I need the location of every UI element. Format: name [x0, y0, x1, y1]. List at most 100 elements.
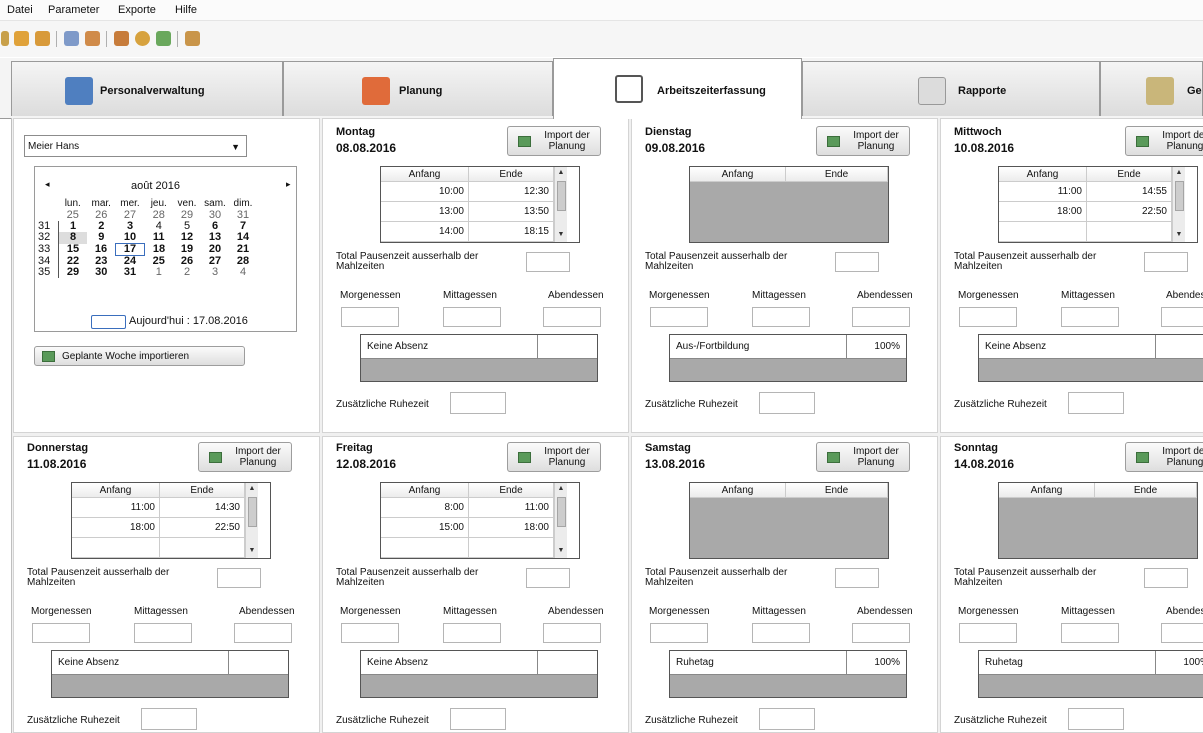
scroll-down-icon[interactable]: ▼ [555, 545, 567, 557]
import-planning-button[interactable]: Import der Planung [198, 442, 292, 472]
list-icon[interactable] [64, 31, 79, 46]
grid-scrollbar[interactable]: ▲ ▼ [554, 483, 567, 558]
pause-input[interactable] [526, 568, 570, 588]
mittagessen-input[interactable] [134, 623, 192, 643]
calendar-day[interactable]: 10 [116, 232, 145, 244]
absence-grid[interactable]: Keine Absenz [360, 334, 598, 382]
scroll-thumb[interactable] [248, 497, 257, 527]
calendar-day[interactable]: 13 [201, 232, 229, 244]
cell-anfang[interactable] [381, 538, 469, 558]
calendar-day[interactable]: 31 [116, 267, 145, 278]
cell-anfang[interactable]: 15:00 [381, 518, 469, 538]
time-grid[interactable]: Anfang Ende 11:00 14:55 18:00 22:50 ▲ ▼ [998, 166, 1198, 243]
cell-anfang[interactable] [72, 538, 160, 558]
absence-row[interactable]: Keine Absenz [52, 651, 288, 675]
absence-grid[interactable]: Ruhetag 100% [978, 650, 1203, 698]
tab-arbeitszeiterfassung[interactable]: Arbeitszeiterfassung [553, 58, 802, 119]
calendar-day[interactable]: 8 [58, 232, 87, 244]
eraser-icon[interactable] [156, 31, 171, 46]
wrench-icon[interactable] [1, 31, 9, 46]
time-grid[interactable]: Anfang Ende [998, 482, 1198, 559]
calendar-day[interactable]: 14 [229, 232, 257, 244]
cell-ende[interactable]: 11:00 [469, 498, 554, 518]
morgenessen-input[interactable] [959, 623, 1017, 643]
calendar-day[interactable]: 11 [145, 232, 174, 244]
absence-row[interactable]: Ruhetag 100% [670, 651, 906, 675]
ruhezeit-input[interactable] [759, 392, 815, 414]
scroll-thumb[interactable] [1175, 181, 1184, 211]
import-planning-button[interactable]: Import der Planung [507, 442, 601, 472]
ruhezeit-input[interactable] [450, 392, 506, 414]
abendessen-input[interactable] [543, 307, 601, 327]
employee-select[interactable]: Meier Hans ▼ [24, 135, 247, 157]
month-calendar[interactable]: ◂ août 2016 ▸ lun. mar. mer. jeu. ven. s… [34, 166, 297, 332]
absence-grid[interactable]: Keine Absenz [978, 334, 1203, 382]
tab-personalverwaltung[interactable]: Personalverwaltung [11, 61, 283, 116]
cell-ende[interactable]: 18:00 [469, 518, 554, 538]
abendessen-input[interactable] [1161, 307, 1203, 327]
abendessen-input[interactable] [543, 623, 601, 643]
user-icon[interactable] [114, 31, 129, 46]
tab-rapporte[interactable]: Rapporte [802, 61, 1100, 116]
cell-ende[interactable]: 22:50 [1087, 202, 1172, 222]
scroll-up-icon[interactable]: ▲ [555, 167, 567, 179]
abendessen-input[interactable] [852, 307, 910, 327]
morgenessen-input[interactable] [341, 307, 399, 327]
absence-grid[interactable]: Keine Absenz [360, 650, 598, 698]
tab-ge[interactable]: Ge [1100, 61, 1203, 116]
chevron-down-icon[interactable]: ▼ [231, 142, 240, 152]
users-icon[interactable] [185, 31, 200, 46]
calendar-day[interactable]: 2 [173, 267, 201, 278]
grid-scrollbar[interactable]: ▲ ▼ [245, 483, 258, 558]
cell-ende[interactable] [1087, 222, 1172, 242]
scroll-down-icon[interactable]: ▼ [246, 545, 258, 557]
cell-anfang[interactable]: 10:00 [381, 182, 469, 202]
abendessen-input[interactable] [234, 623, 292, 643]
calendar-day[interactable]: 21 [229, 244, 257, 256]
cell-ende[interactable]: 14:55 [1087, 182, 1172, 202]
cell-anfang[interactable]: 18:00 [999, 202, 1087, 222]
absence-row[interactable]: Keine Absenz [979, 335, 1203, 359]
calendar-day[interactable]: 16 [87, 244, 116, 256]
menu-hilfe[interactable]: Hilfe [175, 4, 197, 16]
pause-input[interactable] [526, 252, 570, 272]
absence-grid[interactable]: Ruhetag 100% [669, 650, 907, 698]
mittagessen-input[interactable] [443, 307, 501, 327]
pause-input[interactable] [835, 568, 879, 588]
pause-input[interactable] [1144, 252, 1188, 272]
cell-anfang[interactable]: 11:00 [72, 498, 160, 518]
tab-planung[interactable]: Planung [283, 61, 553, 116]
import-planning-button[interactable]: Import der Planung [507, 126, 601, 156]
cell-ende[interactable] [160, 538, 245, 558]
time-grid[interactable]: Anfang Ende [689, 482, 889, 559]
calendar-day-today[interactable]: 17 [115, 243, 145, 256]
abendessen-input[interactable] [1161, 623, 1203, 643]
ruhezeit-input[interactable] [450, 708, 506, 730]
pause-input[interactable] [1144, 568, 1188, 588]
cell-anfang[interactable]: 8:00 [381, 498, 469, 518]
ruhezeit-input[interactable] [1068, 708, 1124, 730]
absence-row[interactable]: Aus-/Fortbildung 100% [670, 335, 906, 359]
cell-ende[interactable]: 12:30 [469, 182, 554, 202]
morgenessen-input[interactable] [341, 623, 399, 643]
mittagessen-input[interactable] [752, 623, 810, 643]
lock-icon[interactable] [35, 31, 50, 46]
scroll-down-icon[interactable]: ▼ [1173, 229, 1185, 241]
cell-ende[interactable]: 18:15 [469, 222, 554, 242]
calendar-prev-icon[interactable]: ◂ [45, 179, 50, 190]
mittagessen-input[interactable] [752, 307, 810, 327]
import-planning-button[interactable]: Import der Planung [1125, 442, 1203, 472]
calendar-day[interactable]: 9 [87, 232, 116, 244]
menu-parameter[interactable]: Parameter [48, 4, 99, 16]
cell-ende[interactable]: 14:30 [160, 498, 245, 518]
absence-row[interactable]: Keine Absenz [361, 651, 597, 675]
calendar-day[interactable]: 12 [173, 232, 201, 244]
cell-anfang[interactable]: 13:00 [381, 202, 469, 222]
mittagessen-input[interactable] [1061, 307, 1119, 327]
scroll-up-icon[interactable]: ▲ [1173, 167, 1185, 179]
import-planning-button[interactable]: Import der Planung [816, 442, 910, 472]
cell-anfang[interactable]: 14:00 [381, 222, 469, 242]
people-icon[interactable] [85, 31, 100, 46]
cell-anfang[interactable]: 11:00 [999, 182, 1087, 202]
calendar-day[interactable]: 18 [145, 244, 174, 256]
